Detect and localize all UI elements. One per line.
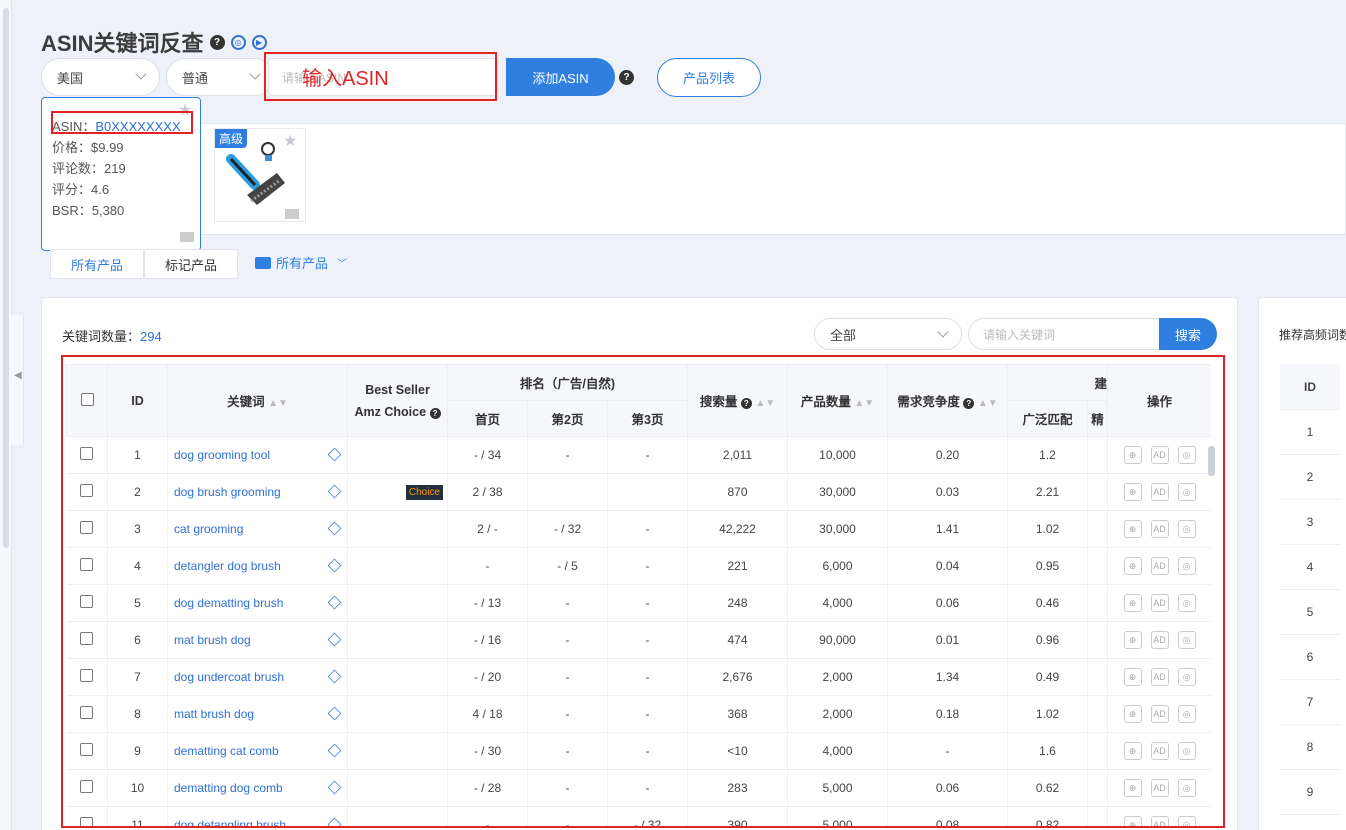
recommend-row: 4	[1280, 545, 1340, 590]
chevron-down-icon: ﹀	[337, 259, 348, 270]
chevron-left-icon[interactable]: ◀	[14, 370, 22, 381]
product-image	[226, 142, 285, 205]
folder-icon[interactable]	[285, 209, 299, 219]
tab-marked-products[interactable]: 标记产品	[144, 249, 239, 279]
recommend-row: 6	[1280, 635, 1340, 680]
scope-select[interactable]: 全部	[814, 318, 962, 350]
popup-bsr: BSR：5,380	[52, 203, 125, 218]
popup-price: 价格：$9.99	[52, 140, 124, 155]
folder-filter-label: 所有产品	[276, 256, 329, 271]
play-icon[interactable]: ▶	[251, 34, 267, 50]
scope-value: 全部	[830, 327, 857, 343]
recommend-row: 2	[1280, 455, 1340, 500]
product-list-button[interactable]: 产品列表	[657, 58, 761, 97]
popup-reviews: 评论数：219	[52, 161, 126, 176]
page-title-text: ASIN关键词反查	[41, 31, 204, 56]
recommend-header-id: ID	[1280, 364, 1340, 410]
help-icon[interactable]: ?	[619, 70, 634, 85]
folder-filter[interactable]: 所有产品 ﹀	[255, 253, 347, 272]
recommend-row: 3	[1280, 500, 1340, 545]
mode-value: 普通	[182, 70, 209, 86]
chevron-down-icon	[249, 68, 261, 80]
marketplace-value: 美国	[57, 70, 84, 86]
recommend-title: 推荐高频词数	[1279, 328, 1346, 342]
keyword-count: 关键词数量：294	[62, 326, 162, 345]
page-title: ASIN关键词反查 ? ◎ ▶	[41, 26, 267, 58]
settings-icon[interactable]: ◎	[230, 34, 246, 50]
search-button[interactable]: 搜索	[1159, 318, 1217, 350]
annotation-text: 输入ASIN	[302, 68, 389, 90]
annotation-box-table	[61, 355, 1225, 828]
scrollbar-thumb[interactable]	[1208, 446, 1215, 476]
recommend-row: 7	[1280, 680, 1340, 725]
recommend-table: ID 1 2 3 4 5 6 7 8 9	[1280, 364, 1346, 815]
keyword-count-label: 关键词数量：	[62, 329, 141, 344]
filter-tabs: 所有产品 标记产品	[50, 249, 239, 279]
folder-icon[interactable]	[180, 232, 194, 242]
product-card[interactable]: 高级 ★	[214, 128, 306, 222]
tab-all-products[interactable]: 所有产品	[50, 249, 145, 279]
recommend-row: 9	[1280, 770, 1340, 815]
add-asin-button[interactable]: 添加ASIN	[506, 58, 615, 96]
chevron-down-icon	[937, 326, 949, 338]
keyword-search-input[interactable]: 请输入关键词	[968, 318, 1163, 350]
mode-select[interactable]: 普通	[166, 58, 274, 96]
keyword-search-placeholder: 请输入关键词	[983, 327, 1056, 342]
table-scrollbar[interactable]	[1206, 438, 1217, 823]
keyword-count-value: 294	[140, 329, 162, 344]
annotation-box-asin-value	[51, 111, 193, 134]
chevron-down-icon	[135, 68, 147, 80]
help-icon[interactable]: ?	[209, 34, 225, 50]
recommend-row: 5	[1280, 590, 1340, 635]
folder-icon	[255, 256, 271, 269]
recommend-row: 1	[1280, 410, 1340, 455]
scrollbar-thumb[interactable]	[3, 8, 9, 548]
recommend-row: 8	[1280, 725, 1340, 770]
popup-rating: 评分：4.6	[52, 182, 110, 197]
marketplace-select[interactable]: 美国	[41, 58, 160, 96]
